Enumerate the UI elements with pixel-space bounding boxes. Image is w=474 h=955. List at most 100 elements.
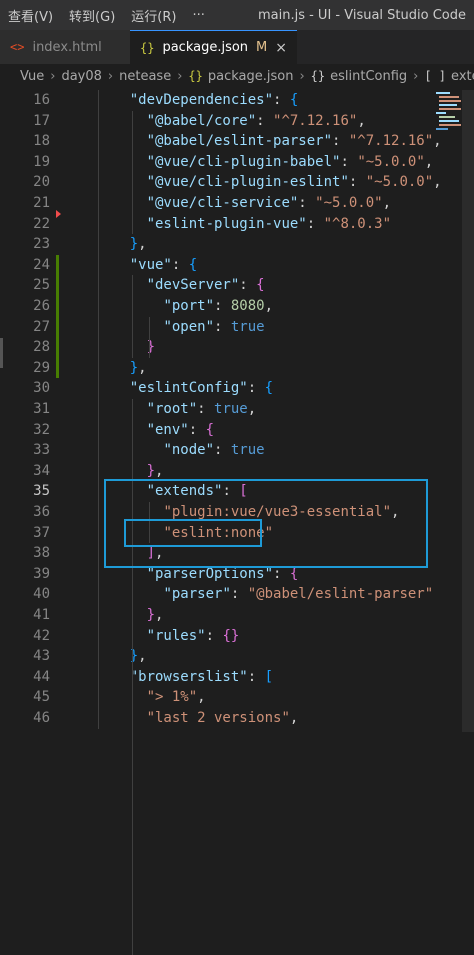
vertical-scrollbar[interactable]	[462, 90, 474, 732]
code-line[interactable]: 40 "parser": "@babel/eslint-parser"	[0, 584, 474, 605]
indent-guide	[131, 275, 133, 358]
code-text: "@vue/cli-plugin-babel": "~5.0.0",	[96, 152, 434, 173]
git-added-marker[interactable]	[56, 254, 59, 379]
code-line[interactable]: 41 },	[0, 605, 474, 626]
tab-package-json[interactable]: {} package.json M ×	[130, 30, 297, 64]
tab-index-html[interactable]: <> index.html	[0, 30, 130, 64]
json-file-icon: {}	[188, 69, 203, 83]
indent-guide	[148, 316, 150, 358]
minimap-line	[439, 116, 455, 118]
code-line[interactable]: 22 "eslint-plugin-vue": "^8.0.3"	[0, 214, 474, 235]
code-token: :	[256, 112, 274, 129]
code-line[interactable]: 28 }	[0, 337, 474, 358]
indent-guide	[98, 90, 99, 729]
code-token: true	[214, 401, 248, 417]
editor-tab-bar: <> index.html {} package.json M ×	[0, 30, 474, 64]
code-line[interactable]: 18 "@babel/eslint-parser": "^7.12.16",	[0, 131, 474, 152]
code-token: [	[264, 668, 274, 685]
line-number: 42	[33, 627, 50, 644]
breadcrumb-item[interactable]: day08	[61, 69, 101, 84]
code-token: {	[289, 565, 299, 582]
code-line[interactable]: 17 "@babel/core": "^7.12.16",	[0, 111, 474, 132]
code-line[interactable]: 24 "vue": {	[0, 255, 474, 276]
code-token: "@vue/cli-service"	[146, 195, 299, 211]
code-line[interactable]: 42 "rules": {}	[0, 626, 474, 647]
code-token: :	[214, 298, 231, 314]
code-line[interactable]: 45 "> 1%",	[0, 687, 474, 708]
code-text: "@babel/core": "^7.12.16",	[96, 111, 366, 132]
line-number: 36	[33, 504, 50, 520]
menu-goto[interactable]: 转到(G)	[61, 6, 123, 25]
line-number: 30	[33, 380, 50, 397]
breadcrumb-item[interactable]: eslintConfig	[330, 69, 407, 84]
chevron-right-icon: ›	[177, 68, 183, 84]
menu-view[interactable]: 查看(V)	[0, 6, 61, 25]
code-line[interactable]: 29 },	[0, 358, 474, 379]
minimap-line	[439, 96, 459, 98]
code-line[interactable]: 16 "devDependencies": {	[0, 90, 474, 111]
code-token: "@vue/cli-plugin-eslint"	[146, 174, 349, 191]
code-token: :	[171, 256, 189, 273]
code-line[interactable]: 32 "env": {	[0, 420, 474, 441]
code-text: "> 1%",	[96, 687, 206, 708]
code-line[interactable]: 23 },	[0, 234, 474, 255]
code-token: "@babel/eslint-parser"	[146, 133, 333, 150]
code-line[interactable]: 26 "port": 8080,	[0, 296, 474, 317]
close-icon[interactable]: ×	[275, 40, 287, 56]
code-token: :	[340, 153, 358, 170]
menu-more[interactable]: ···	[184, 8, 212, 23]
menu-run[interactable]: 运行(R)	[123, 6, 184, 25]
code-line[interactable]: 46 "last 2 versions",	[0, 708, 474, 729]
menu-bar: 查看(V) 转到(G) 运行(R) ··· main.js - UI - Vis…	[0, 0, 474, 30]
code-text: },	[96, 358, 147, 379]
code-token: ,	[138, 648, 147, 665]
code-line[interactable]: 27 "open": true	[0, 317, 474, 338]
code-line[interactable]: 33 "node": true	[0, 440, 474, 461]
code-line[interactable]: 19 "@vue/cli-plugin-babel": "~5.0.0",	[0, 152, 474, 173]
code-text: "devServer": {	[96, 275, 265, 296]
line-number: 25	[33, 277, 50, 294]
line-number: 28	[33, 339, 50, 356]
minimap[interactable]	[434, 90, 464, 150]
breadcrumb-item[interactable]: extends	[451, 69, 474, 84]
code-token: {	[289, 92, 299, 108]
array-icon: [ ]	[424, 69, 447, 83]
minimap-line	[439, 100, 461, 102]
code-line[interactable]: 44 "browserslist": [	[0, 667, 474, 688]
code-token: ,	[264, 298, 274, 314]
code-token: "eslintConfig"	[129, 380, 248, 397]
code-token: "last 2 versions"	[146, 710, 290, 726]
line-number: 40	[33, 586, 50, 603]
code-line[interactable]: 21 "@vue/cli-service": "~5.0.0",	[0, 193, 474, 214]
git-deleted-marker[interactable]	[56, 209, 61, 218]
code-editor[interactable]: 16 "devDependencies": {17 "@babel/core":…	[0, 90, 474, 955]
code-text: },	[96, 234, 147, 255]
code-line[interactable]: 34 },	[0, 461, 474, 482]
breadcrumb-item[interactable]: netease	[119, 69, 171, 84]
code-token: :	[273, 565, 290, 582]
line-number: 39	[33, 565, 50, 582]
code-line[interactable]: 25 "devServer": {	[0, 275, 474, 296]
code-line[interactable]: 20 "@vue/cli-plugin-eslint": "~5.0.0",	[0, 172, 474, 193]
code-text: "@vue/cli-plugin-eslint": "~5.0.0",	[96, 172, 442, 193]
code-token: "devDependencies"	[129, 92, 274, 108]
code-line[interactable]: 31 "root": true,	[0, 399, 474, 420]
json-file-icon: {}	[140, 40, 155, 55]
code-token: {	[205, 421, 215, 438]
tab-label: index.html	[32, 39, 102, 55]
line-number: 17	[33, 112, 50, 129]
breadcrumb-item[interactable]: package.json	[208, 69, 294, 84]
code-line[interactable]: 30 "eslintConfig": {	[0, 378, 474, 399]
code-line[interactable]: 43 },	[0, 646, 474, 667]
breadcrumb-item[interactable]: Vue	[20, 69, 44, 84]
code-token: ,	[155, 607, 164, 623]
code-token: }	[146, 607, 156, 623]
